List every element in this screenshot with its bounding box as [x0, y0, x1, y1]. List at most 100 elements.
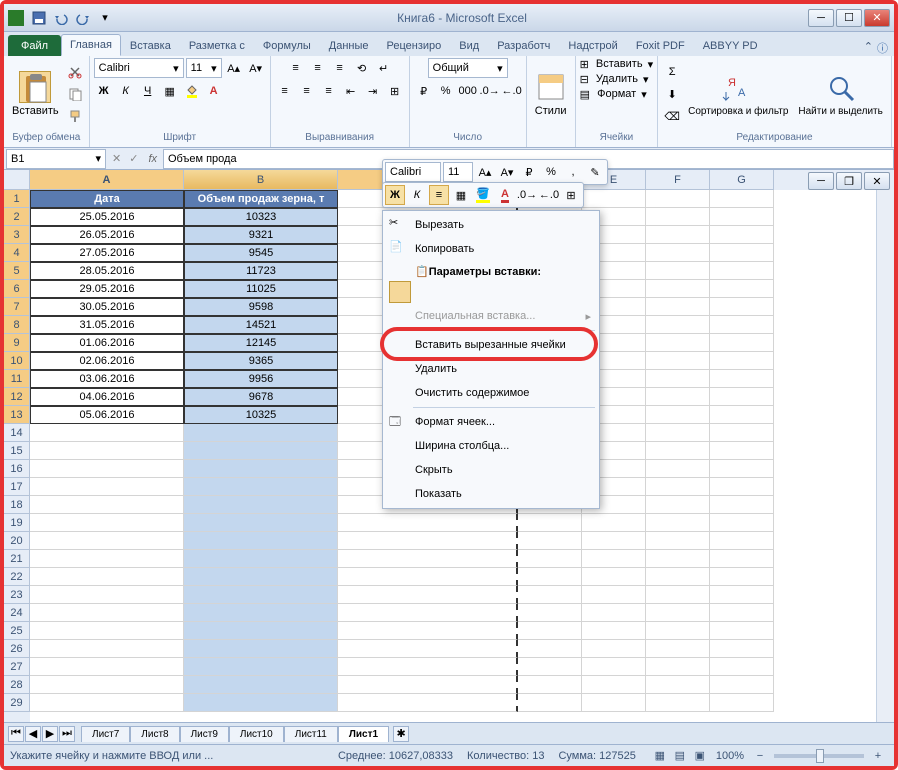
- cell[interactable]: [184, 550, 338, 568]
- ctx-hide[interactable]: Скрыть: [385, 458, 597, 482]
- mini-percent-icon[interactable]: %: [541, 162, 561, 182]
- qat-undo-icon[interactable]: [51, 8, 71, 28]
- cell[interactable]: [646, 334, 710, 352]
- row-header[interactable]: 21: [4, 550, 30, 568]
- cell[interactable]: [30, 442, 184, 460]
- row-header[interactable]: 26: [4, 640, 30, 658]
- align-left-icon[interactable]: ≡: [275, 81, 295, 101]
- align-middle-icon[interactable]: ≡: [308, 58, 328, 78]
- cell[interactable]: [646, 424, 710, 442]
- cell[interactable]: [646, 442, 710, 460]
- cells-insert-button[interactable]: ⊞ Вставить ▾: [580, 58, 654, 71]
- cell[interactable]: 9598: [184, 298, 338, 316]
- row-header[interactable]: 25: [4, 622, 30, 640]
- mini-bold-icon[interactable]: Ж: [385, 185, 405, 205]
- increase-font-icon[interactable]: A▴: [224, 58, 244, 78]
- fill-icon[interactable]: ⬇: [662, 84, 682, 104]
- mini-decrease-font-icon[interactable]: A▾: [497, 162, 517, 182]
- cut-icon[interactable]: [65, 62, 85, 82]
- font-color-icon[interactable]: A: [204, 81, 224, 101]
- cell[interactable]: [184, 478, 338, 496]
- cell[interactable]: [710, 460, 774, 478]
- cell[interactable]: [30, 586, 184, 604]
- view-layout-icon[interactable]: ▤: [670, 746, 690, 766]
- ctx-insert-cut-cells[interactable]: Вставить вырезанные ячейки: [385, 333, 597, 357]
- cancel-formula-icon[interactable]: ✕: [108, 152, 125, 165]
- cell[interactable]: [30, 640, 184, 658]
- tab-view[interactable]: Вид: [450, 35, 488, 56]
- row-header[interactable]: 19: [4, 514, 30, 532]
- cell[interactable]: [30, 460, 184, 478]
- cell[interactable]: [710, 352, 774, 370]
- copy-icon[interactable]: [65, 84, 85, 104]
- cell[interactable]: [338, 694, 518, 712]
- cell[interactable]: 29.05.2016: [30, 280, 184, 298]
- cell[interactable]: [338, 604, 518, 622]
- cell[interactable]: [184, 658, 338, 676]
- decrease-decimal-icon[interactable]: ←.0: [502, 81, 522, 101]
- cell[interactable]: [30, 694, 184, 712]
- align-right-icon[interactable]: ≡: [319, 81, 339, 101]
- zoom-level[interactable]: 100%: [716, 750, 744, 762]
- tab-insert[interactable]: Вставка: [121, 35, 180, 56]
- ctx-cut[interactable]: ✂Вырезать: [385, 213, 597, 237]
- maximize-button[interactable]: ☐: [836, 9, 862, 27]
- tab-formulas[interactable]: Формулы: [254, 35, 320, 56]
- minimize-button[interactable]: ─: [808, 9, 834, 27]
- column-header[interactable]: F: [646, 170, 710, 190]
- align-top-icon[interactable]: ≡: [286, 58, 306, 78]
- paste-button[interactable]: Вставить: [8, 69, 63, 119]
- autosum-icon[interactable]: Σ: [662, 62, 682, 82]
- cell[interactable]: [30, 568, 184, 586]
- find-select-button[interactable]: Найти и выделить: [794, 70, 886, 119]
- cell[interactable]: [646, 406, 710, 424]
- cell[interactable]: [710, 604, 774, 622]
- cell[interactable]: 31.05.2016: [30, 316, 184, 334]
- cell[interactable]: [646, 244, 710, 262]
- cell[interactable]: 9678: [184, 388, 338, 406]
- row-header[interactable]: 1: [4, 190, 30, 208]
- cell[interactable]: [338, 586, 518, 604]
- view-pagebreak-icon[interactable]: ▣: [690, 746, 710, 766]
- cell[interactable]: [518, 532, 582, 550]
- cell[interactable]: [646, 352, 710, 370]
- cell[interactable]: [30, 604, 184, 622]
- cell[interactable]: [184, 676, 338, 694]
- cell[interactable]: 10325: [184, 406, 338, 424]
- cell[interactable]: [646, 460, 710, 478]
- underline-icon[interactable]: Ч: [138, 81, 158, 101]
- new-sheet-icon[interactable]: ✱: [393, 726, 409, 742]
- cells-format-button[interactable]: ▤ Формат ▾: [580, 88, 647, 101]
- cell[interactable]: [710, 208, 774, 226]
- cell[interactable]: [184, 586, 338, 604]
- cell[interactable]: [710, 370, 774, 388]
- cell[interactable]: [710, 586, 774, 604]
- cell[interactable]: [338, 514, 518, 532]
- cell[interactable]: [710, 514, 774, 532]
- font-size-combo[interactable]: 11▾: [186, 58, 222, 78]
- tab-abbyy[interactable]: ABBYY PD: [694, 35, 767, 56]
- cell[interactable]: [646, 514, 710, 532]
- cell[interactable]: [646, 316, 710, 334]
- row-header[interactable]: 22: [4, 568, 30, 586]
- merge-icon[interactable]: ⊞: [385, 81, 405, 101]
- format-painter-icon[interactable]: [65, 106, 85, 126]
- tab-addins[interactable]: Надстрой: [559, 35, 626, 56]
- cell[interactable]: [582, 190, 646, 208]
- help-icon[interactable]: ⓘ: [877, 40, 888, 56]
- sheet-nav-first-icon[interactable]: ⏮: [8, 726, 24, 742]
- cell[interactable]: 9956: [184, 370, 338, 388]
- row-header[interactable]: 10: [4, 352, 30, 370]
- ctx-clear[interactable]: Очистить содержимое: [385, 381, 597, 405]
- row-header[interactable]: 16: [4, 460, 30, 478]
- mini-currency-icon[interactable]: ₽: [519, 162, 539, 182]
- column-header[interactable]: B: [184, 170, 338, 190]
- cell[interactable]: [646, 676, 710, 694]
- row-header[interactable]: 12: [4, 388, 30, 406]
- percent-icon[interactable]: %: [436, 81, 456, 101]
- cell[interactable]: [710, 190, 774, 208]
- row-header[interactable]: 7: [4, 298, 30, 316]
- cell[interactable]: [582, 532, 646, 550]
- align-center-icon[interactable]: ≡: [297, 81, 317, 101]
- sheet-tab[interactable]: Лист8: [130, 726, 179, 742]
